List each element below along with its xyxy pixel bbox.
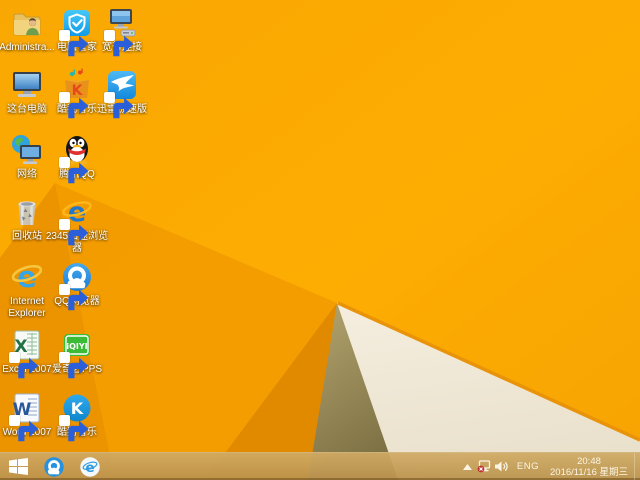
computer-icon (10, 68, 44, 102)
taskbar-clock[interactable]: 20:48 2016/11/16 星期三 (546, 453, 634, 480)
taskbar-qq-browser-button[interactable] (36, 453, 72, 480)
shortcut-arrow-overlay (104, 30, 134, 57)
start-button[interactable] (0, 453, 36, 480)
speaker-icon (495, 461, 509, 472)
monitor-modem-icon (104, 6, 139, 57)
desktop-icon-2345-browser[interactable]: e 2345加速浏览器 (42, 195, 112, 255)
word-icon: W (9, 391, 44, 442)
shortcut-arrow-overlay (59, 92, 89, 119)
language-indicator[interactable]: ENG (510, 461, 546, 472)
taskbar-internet-explorer-button[interactable]: e (72, 453, 108, 480)
iqiyi-icon: iQIYI (59, 328, 94, 379)
network-status-button[interactable] (476, 453, 493, 480)
blue-e-browser-icon: e (59, 195, 94, 246)
shortcut-arrow-overlay (9, 352, 39, 379)
desktop-icon-kugou-music[interactable]: K 酷狗音乐 (42, 391, 112, 442)
shortcut-arrow-overlay (59, 157, 89, 184)
system-tray: ENG 20:48 2016/11/16 星期三 (459, 452, 640, 480)
show-hidden-icons-button[interactable] (459, 453, 476, 480)
user-folder-icon (10, 6, 44, 40)
shortcut-arrow-overlay (59, 30, 89, 57)
network-disconnected-icon (477, 460, 491, 473)
windows-flag-icon (8, 458, 28, 475)
desktop-icon-thunder-speed[interactable]: 迅雷极速版 (87, 68, 157, 119)
kugou-k-icon: K (59, 391, 94, 442)
desktop-icon-broadband-connection[interactable]: 宽带连接 (87, 6, 157, 57)
desktop-icon-iqiyi-pps[interactable]: iQIYI 爱奇艺PPS (42, 328, 112, 379)
internet-explorer-icon: e (10, 260, 44, 294)
shortcut-arrow-overlay (9, 415, 39, 442)
blue-circle-cloud-icon (59, 260, 94, 311)
shortcut-arrow-overlay (59, 415, 89, 442)
svg-text:iQIYI: iQIYI (66, 342, 87, 351)
clock-time: 20:48 (577, 455, 601, 467)
shortcut-arrow-overlay (59, 352, 89, 379)
excel-icon: X (9, 328, 44, 379)
taskbar: e ENG 20:48 2016/11/16 星期三 (0, 452, 640, 480)
clock-date: 2016/11/16 星期三 (550, 466, 628, 478)
desktop-icon-qq-browser[interactable]: QQ浏览器 (42, 260, 112, 311)
shortcut-arrow-overlay (59, 284, 89, 311)
desktop-icon-tencent-qq[interactable]: 腾讯QQ (42, 133, 112, 184)
penguin-icon (59, 133, 94, 184)
chevron-up-icon (462, 463, 472, 470)
shortcut-arrow-overlay (59, 219, 89, 246)
volume-button[interactable] (493, 453, 510, 480)
recycle-bin-icon (10, 195, 44, 229)
desktop: Administra... 电脑管家 宽带连接 这台电脑 K 酷我音乐 迅雷极速… (0, 0, 640, 480)
bird-icon (104, 68, 139, 119)
shortcut-arrow-overlay (104, 92, 134, 119)
globe-monitor-icon (10, 133, 44, 167)
show-desktop-button[interactable] (634, 452, 640, 480)
ie-taskbar-icon: e (80, 456, 100, 477)
qq-browser-taskbar-icon (44, 456, 64, 477)
